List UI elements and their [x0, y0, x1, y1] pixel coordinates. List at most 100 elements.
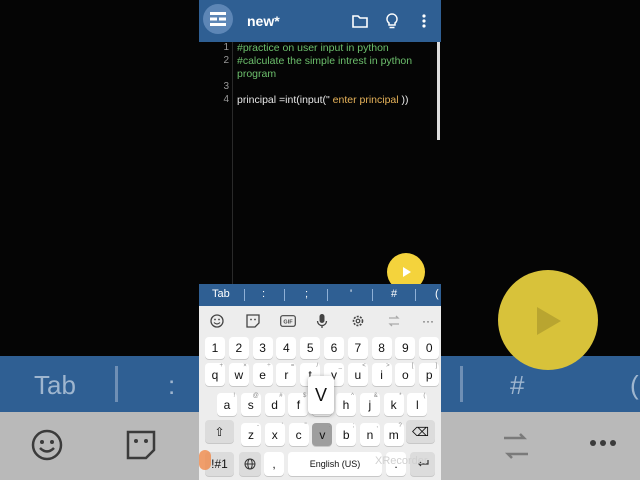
- key-label: r: [284, 367, 289, 382]
- voice-input-button[interactable]: [313, 312, 331, 330]
- background-hash-text: #: [510, 370, 525, 400]
- key-label: ⌫: [412, 424, 429, 439]
- letter-key[interactable]: d #: [264, 393, 285, 416]
- key-label: 2: [235, 341, 243, 355]
- number-key[interactable]: 3: [252, 337, 273, 359]
- key-label: z: [248, 427, 254, 442]
- sticker-button[interactable]: [244, 312, 262, 330]
- symbol-separator: [284, 289, 285, 301]
- keyboard-settings-button[interactable]: [349, 312, 367, 330]
- letter-key[interactable]: z-: [241, 423, 261, 446]
- shift-key[interactable]: ⇧: [205, 420, 234, 443]
- key-label: ⇧: [214, 424, 225, 439]
- letter-key[interactable]: p]: [419, 363, 440, 386]
- key-label: x: [271, 427, 278, 442]
- background-tab-text: Tab: [34, 370, 76, 400]
- letter-key[interactable]: o[: [395, 363, 416, 386]
- number-key[interactable]: 8: [371, 337, 392, 359]
- key-secondary-label: *: [399, 393, 402, 399]
- key-label: j: [368, 397, 372, 412]
- number-key[interactable]: 2: [228, 337, 249, 359]
- letter-key[interactable]: j &: [359, 393, 380, 416]
- symbol-colon-key[interactable]: :: [262, 288, 265, 300]
- key-secondary-label: [: [411, 363, 414, 369]
- key-label: 3: [259, 341, 266, 355]
- letter-key[interactable]: n,: [360, 423, 380, 446]
- backspace-key[interactable]: ⌫: [406, 420, 435, 443]
- code-token: )): [401, 94, 409, 106]
- letter-key[interactable]: c ": [288, 423, 309, 446]
- letter-key[interactable]: k *: [383, 393, 404, 416]
- app-toolbar: new*: [199, 0, 441, 42]
- gif-text: GIF: [283, 319, 293, 325]
- globe-key[interactable]: [239, 452, 261, 476]
- number-key[interactable]: 4: [276, 337, 297, 359]
- symbol-hash-key[interactable]: #: [391, 288, 397, 300]
- code-line: #practice on user input in python: [237, 42, 389, 54]
- letter-key[interactable]: v:: [312, 423, 333, 446]
- letter-key[interactable]: h ^: [336, 393, 356, 416]
- key-label: o: [402, 367, 409, 382]
- key-label: u: [354, 367, 362, 382]
- recorder-watermark: XRecorder: [375, 455, 428, 467]
- symbol-quote-key[interactable]: ': [350, 288, 352, 300]
- more-icon: ···: [422, 314, 434, 328]
- number-key[interactable]: 1: [205, 337, 225, 359]
- key-secondary-label: <: [362, 363, 366, 369]
- key-label: m: [388, 427, 399, 442]
- letter-key[interactable]: q +: [205, 363, 225, 386]
- letter-key[interactable]: l(: [407, 393, 428, 416]
- symbol-tab-key[interactable]: Tab: [212, 288, 230, 300]
- background-translate-icon: [498, 428, 534, 472]
- letter-key[interactable]: b;: [336, 423, 357, 446]
- key-secondary-label: @: [252, 393, 259, 399]
- more-options-button[interactable]: ···: [419, 312, 437, 330]
- key-label: n: [366, 427, 374, 442]
- scrollbar[interactable]: [437, 42, 440, 140]
- key-secondary-label: +: [219, 363, 223, 369]
- letter-key[interactable]: m?: [383, 423, 404, 446]
- background-paren-text: (: [630, 370, 639, 400]
- number-key[interactable]: 0: [419, 337, 440, 359]
- gif-button[interactable]: GIF: [279, 312, 297, 330]
- code-line: #calculate the simple intrest in python: [237, 55, 413, 67]
- comma-key[interactable]: ,: [264, 452, 284, 476]
- key-label: 9: [402, 341, 409, 355]
- gutter-divider: [232, 42, 233, 284]
- space-key[interactable]: English (US): [288, 452, 382, 476]
- letter-key[interactable]: w ×: [228, 363, 249, 386]
- letter-key[interactable]: e ÷: [252, 363, 273, 386]
- number-key[interactable]: 9: [395, 337, 416, 359]
- letter-key[interactable]: f $: [288, 393, 309, 416]
- menu-button[interactable]: [203, 4, 233, 34]
- open-folder-button[interactable]: [351, 12, 369, 30]
- symbol-semicolon-key[interactable]: ;: [305, 288, 308, 300]
- symbol-paren-key[interactable]: (: [435, 288, 439, 300]
- number-key[interactable]: 7: [347, 337, 368, 359]
- letter-key[interactable]: u <: [347, 363, 368, 386]
- emoji-button[interactable]: [208, 312, 226, 330]
- key-label: h: [342, 397, 350, 412]
- number-key[interactable]: 6: [324, 337, 344, 359]
- overflow-menu-button[interactable]: [415, 12, 433, 30]
- code-editor[interactable]: 1 2 3 4 #practice on user input in pytho…: [199, 42, 441, 284]
- key-secondary-label: ^: [351, 393, 354, 399]
- key-label: c: [295, 427, 302, 442]
- letter-key[interactable]: i >: [371, 363, 392, 386]
- key-secondary-label: _: [338, 363, 342, 369]
- symbol-separator: [415, 289, 416, 301]
- letter-key[interactable]: x ': [264, 423, 285, 446]
- letter-key[interactable]: s @: [240, 393, 261, 416]
- letter-key[interactable]: r =: [276, 363, 297, 386]
- mic-icon: [316, 314, 328, 328]
- key-label: a: [223, 397, 231, 412]
- key-secondary-label: ]: [435, 363, 438, 369]
- key-label: i: [380, 367, 383, 382]
- number-key[interactable]: 5: [300, 337, 321, 359]
- hint-button[interactable]: [383, 12, 401, 30]
- background-play-icon: [537, 307, 561, 335]
- globe-icon: [244, 458, 256, 470]
- translate-button[interactable]: [385, 312, 403, 330]
- emoji-icon: [210, 314, 224, 328]
- letter-key[interactable]: a!: [217, 393, 237, 416]
